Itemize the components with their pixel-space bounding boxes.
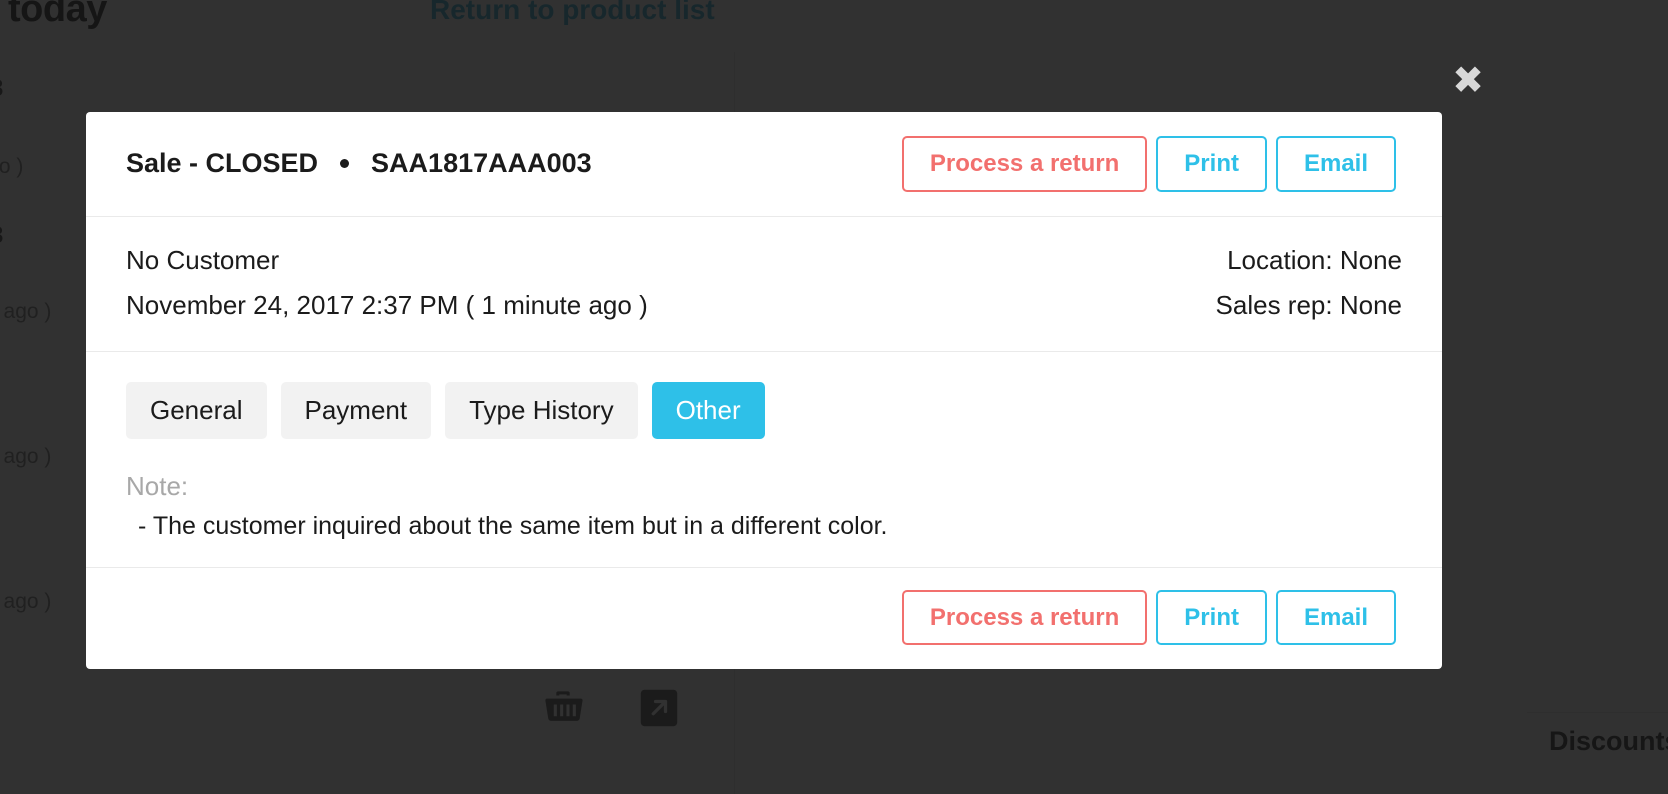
title-separator-dot: [340, 159, 350, 169]
location-value: Location: None: [1227, 244, 1402, 275]
note-label: Note:: [126, 470, 189, 501]
header-action-buttons: Process a return Print Email: [901, 136, 1396, 192]
process-return-button-footer[interactable]: Process a return: [901, 589, 1148, 646]
sale-datetime: November 24, 2017 2:37 PM ( 1 minute ago…: [126, 289, 648, 320]
email-button-header[interactable]: Email: [1275, 136, 1396, 192]
customer-name: No Customer: [126, 244, 280, 275]
tab-type-history[interactable]: Type History: [445, 381, 638, 439]
process-return-button-header[interactable]: Process a return: [901, 136, 1148, 192]
close-icon[interactable]: ✖: [1446, 58, 1490, 102]
modal-body: General Payment Type History Other Note:…: [86, 352, 1442, 567]
modal-footer: Process a return Print Email: [86, 566, 1442, 670]
tab-other[interactable]: Other: [651, 381, 765, 439]
print-button-footer[interactable]: Print: [1156, 589, 1267, 646]
sales-rep-value: Sales rep: None: [1215, 289, 1402, 320]
tab-general[interactable]: General: [126, 381, 267, 439]
tab-payment[interactable]: Payment: [280, 381, 432, 439]
tab-bar: General Payment Type History Other: [126, 381, 1402, 439]
email-button-footer[interactable]: Email: [1275, 589, 1396, 646]
page-title: Sale - CLOSED SAA1817AAA003: [126, 148, 592, 179]
modal-meta-section: No Customer November 24, 2017 2:37 PM ( …: [86, 217, 1442, 352]
print-button-header[interactable]: Print: [1156, 136, 1267, 192]
modal-header: Sale - CLOSED SAA1817AAA003 Process a re…: [86, 112, 1442, 217]
meta-right-column: Location: None Sales rep: None: [1216, 245, 1402, 321]
sale-detail-modal: Sale - CLOSED SAA1817AAA003 Process a re…: [86, 112, 1442, 670]
note-text: - The customer inquired about the same i…: [138, 511, 888, 540]
sale-reference-number: SAA1817AAA003: [371, 148, 592, 179]
sale-status-label: Sale - CLOSED: [126, 148, 319, 179]
meta-left-column: No Customer November 24, 2017 2:37 PM ( …: [126, 245, 648, 321]
